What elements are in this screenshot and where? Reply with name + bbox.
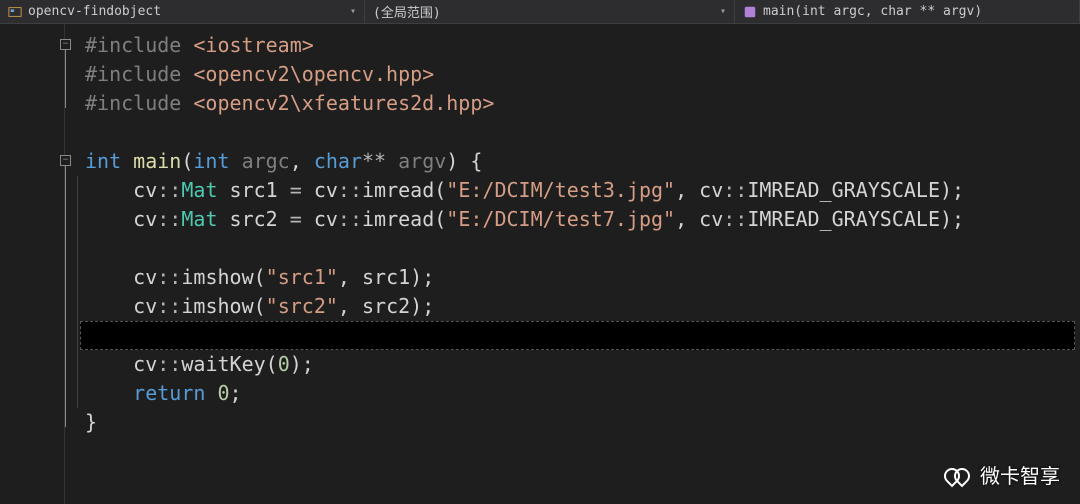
code-line[interactable]: int main(int argc, char** argv) { <box>85 147 1080 176</box>
code-line[interactable]: #include <iostream> <box>85 31 1080 60</box>
scope-dropdown[interactable]: (全局范围) ▾ <box>365 0 735 23</box>
scope-label: (全局范围) <box>373 2 720 21</box>
gutter: −− <box>0 24 65 504</box>
code-line[interactable]: #include <opencv2\opencv.hpp> <box>85 60 1080 89</box>
project-icon <box>8 5 22 19</box>
code-line[interactable]: #include <opencv2\xfeatures2d.hpp> <box>85 89 1080 118</box>
function-signature: main(int argc, char ** argv) <box>763 4 1071 19</box>
code-line[interactable] <box>85 321 1080 350</box>
watermark-text: 微卡智享 <box>980 460 1060 489</box>
navigation-bar: opencv-findobject ▾ (全局范围) ▾ main(int ar… <box>0 0 1080 24</box>
code-line[interactable]: cv::waitKey(0); <box>85 350 1080 379</box>
code-line[interactable] <box>85 234 1080 263</box>
watermark: 微卡智享 <box>944 460 1060 489</box>
code-line[interactable]: cv::Mat src1 = cv::imread("E:/DCIM/test3… <box>85 176 1080 205</box>
code-line[interactable]: } <box>85 408 1080 437</box>
project-dropdown[interactable]: opencv-findobject ▾ <box>0 0 365 23</box>
code-line[interactable] <box>85 118 1080 147</box>
project-name: opencv-findobject <box>28 4 350 19</box>
code-area[interactable]: #include <iostream>#include <opencv2\ope… <box>65 24 1080 504</box>
dropdown-arrow-icon: ▾ <box>350 6 356 17</box>
code-line[interactable]: cv::imshow("src1", src1); <box>85 263 1080 292</box>
dropdown-arrow-icon: ▾ <box>720 6 726 17</box>
code-line[interactable]: cv::imshow("src2", src2); <box>85 292 1080 321</box>
function-icon <box>743 5 757 19</box>
code-line[interactable]: return 0; <box>85 379 1080 408</box>
code-editor[interactable]: −− #include <iostream>#include <opencv2\… <box>0 24 1080 504</box>
function-dropdown[interactable]: main(int argc, char ** argv) <box>735 0 1080 23</box>
wechat-icon <box>944 464 970 486</box>
code-line[interactable]: cv::Mat src2 = cv::imread("E:/DCIM/test7… <box>85 205 1080 234</box>
